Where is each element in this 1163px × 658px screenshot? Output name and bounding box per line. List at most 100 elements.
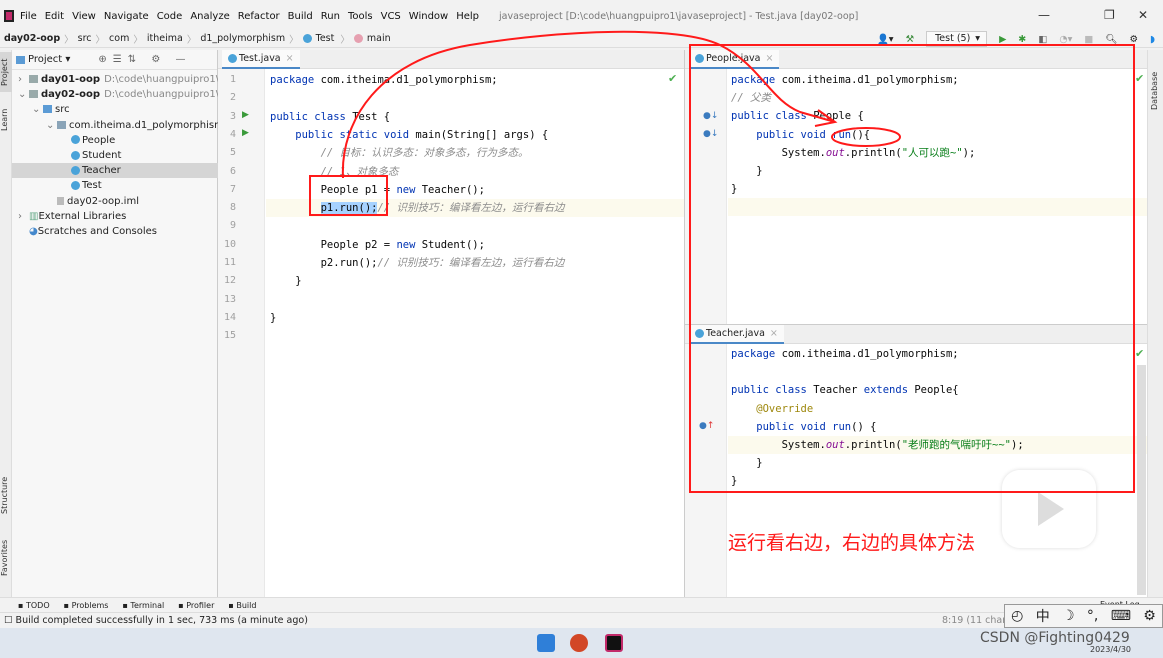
overrides-gutter-icon[interactable]: ●↑ [699,421,714,431]
restore-button[interactable]: ❐ [1104,8,1115,22]
run-gutter-icon[interactable]: ▶ [242,128,249,138]
code-line[interactable]: // 目标：认识多态：对象多态，行为多态。 [270,144,529,162]
user-icon[interactable]: 👤▾ [877,34,894,45]
editor-test[interactable]: Test.java × ✔ ▶ ▶ 1 package com.itheima.d1… [218,50,684,597]
tree-item[interactable]: ⌄day02-oopD:\code\huangpuipro1\jav [12,87,218,102]
project-view-select[interactable]: Project ▾ [28,54,70,65]
project-toolbar-icons[interactable]: ⊕☰⇅ ⚙ — [98,54,191,65]
code-line[interactable]: } [731,180,737,198]
run-icon[interactable]: ▶ [999,34,1006,45]
run-gutter-icon[interactable]: ▶ [242,110,249,120]
jetbrains-icon[interactable]: ◗ [1150,34,1155,45]
ime-settings-icon[interactable]: ⚙ [1143,608,1156,624]
tab-people-java[interactable]: People.java × [689,50,780,69]
scrollbar[interactable] [1137,365,1146,595]
close-tab-icon[interactable]: × [766,53,774,64]
learn-tool-tab[interactable]: Learn [0,105,12,135]
breadcrumb-item[interactable]: itheima [147,33,183,44]
code-line[interactable]: p2.run();// 识别技巧：编译看左边，运行看右边 [270,254,565,272]
coverage-icon[interactable]: ◧ [1038,34,1047,45]
tree-item[interactable]: Student [12,148,218,163]
tree-item[interactable]: People [12,133,218,148]
tree-item[interactable]: day02-oop.iml [12,194,218,209]
favorites-tool-tab[interactable]: Favorites [0,535,12,580]
close-tab-icon[interactable]: × [286,53,294,64]
code-line[interactable]: p1.run();// 识别技巧：编译看左边，运行看右边 [270,199,564,217]
stop-icon[interactable]: ■ [1084,34,1093,45]
build-hammer-icon[interactable]: ⚒ [906,34,915,45]
gear-icon[interactable]: ⚙ [1129,34,1138,45]
code-line[interactable]: package com.itheima.d1_polymorphism; [731,345,959,363]
code-line[interactable]: @Override [731,400,813,418]
close-tab-icon[interactable]: × [770,328,778,339]
expand-arrow-icon[interactable]: ⌄ [18,87,29,102]
code-line[interactable]: // 1、对象多态 [270,163,399,181]
keyboard-icon[interactable]: ⌨ [1111,608,1131,624]
code-line[interactable]: public static void main(String[] args) { [270,126,548,144]
code-line[interactable]: System.out.println("人可以跑~"); [731,144,976,162]
tool-todo[interactable]: ▪ TODO [18,601,50,610]
code-line[interactable]: People p1 = new Teacher(); [270,181,485,199]
breadcrumb-item[interactable]: day02-oop [4,33,60,44]
code-line[interactable]: public class Test { [270,108,390,126]
code-line[interactable]: public void run(){ [731,126,870,144]
expand-arrow-icon[interactable]: ⌄ [46,118,57,133]
ime-mode-icon[interactable]: ◴ [1011,608,1023,624]
code-line[interactable]: public void run() { [731,418,876,436]
tree-item[interactable]: › ▥External Libraries [12,209,218,224]
breadcrumb-item[interactable]: src [78,33,92,44]
tool-terminal[interactable]: ▪ Terminal [122,601,164,610]
tab-teacher-java[interactable]: Teacher.java × [689,325,784,344]
video-play-overlay-icon[interactable] [1002,470,1096,548]
project-tool-tab[interactable]: Project [0,52,12,92]
intellij-taskbar-icon[interactable] [605,634,623,652]
close-button[interactable]: ✕ [1138,8,1148,22]
ime-chinese-toggle[interactable]: 中 [1036,606,1050,626]
menu-build[interactable]: Build [288,11,313,22]
breadcrumb-item[interactable]: d1_polymorphism [200,33,285,44]
breadcrumb-item[interactable]: main [353,33,393,44]
debug-icon[interactable]: ✱ [1018,34,1026,45]
tree-item[interactable]: ◕Scratches and Consoles [12,224,218,239]
editor-people[interactable]: People.java × ✔ ●↓ ●↓ package com.itheima… [684,50,1148,324]
menu-navigate[interactable]: Navigate [104,11,149,22]
tool-build[interactable]: ▪ Build [228,601,256,610]
menu-run[interactable]: Run [321,11,340,22]
expand-arrow-icon[interactable]: › [18,72,29,87]
moon-icon[interactable]: ☽ [1062,608,1075,624]
menu-file[interactable]: File [20,11,37,22]
editor-teacher[interactable]: Teacher.java × ✔ ●↑ package com.itheima.d… [684,324,1148,597]
expand-arrow-icon[interactable]: › [18,209,29,224]
windows-start-icon[interactable] [537,634,555,652]
code-line[interactable]: } [270,272,301,290]
tree-item[interactable]: Test [12,178,218,193]
search-icon[interactable]: 🔍︎ [1105,34,1117,45]
minimize-button[interactable]: — [1038,8,1050,22]
code-line[interactable]: // 父类 [731,89,771,107]
profile-icon[interactable]: ◔▾ [1059,34,1072,45]
menu-analyze[interactable]: Analyze [190,11,229,22]
code-line[interactable]: package com.itheima.d1_polymorphism; [270,71,498,89]
code-line[interactable]: } [731,162,762,180]
breadcrumb-item[interactable]: Test [302,33,337,44]
run-config-select[interactable]: Test (5) ▾ [926,31,988,47]
code-line[interactable]: } [731,454,762,472]
code-line[interactable]: public class Teacher extends People{ [731,381,959,399]
tool-profiler[interactable]: ▪ Profiler [178,601,214,610]
caret-position[interactable]: 8:19 (11 chars [942,613,1011,628]
tree-item[interactable]: ⌄ com.itheima.d1_polymorphism [12,118,218,133]
tab-test-java[interactable]: Test.java × [222,50,300,69]
powerpoint-icon[interactable] [570,634,588,652]
implemented-gutter-icon[interactable]: ●↓ [703,111,718,121]
tree-item[interactable]: ›day01-oopD:\code\huangpuipro1\jav [12,72,218,87]
code-line[interactable]: public class People { [731,107,864,125]
code-line[interactable]: } [731,472,737,490]
menu-tools[interactable]: Tools [348,11,373,22]
database-tool-tab[interactable]: Database [1150,68,1162,113]
breadcrumb-item[interactable]: com [109,33,129,44]
menu-window[interactable]: Window [409,11,448,22]
code-line[interactable]: System.out.println("老师跑的气喘吁吁~~"); [731,436,1024,454]
menu-edit[interactable]: Edit [45,11,64,22]
menu-help[interactable]: Help [456,11,479,22]
menu-refactor[interactable]: Refactor [238,11,280,22]
